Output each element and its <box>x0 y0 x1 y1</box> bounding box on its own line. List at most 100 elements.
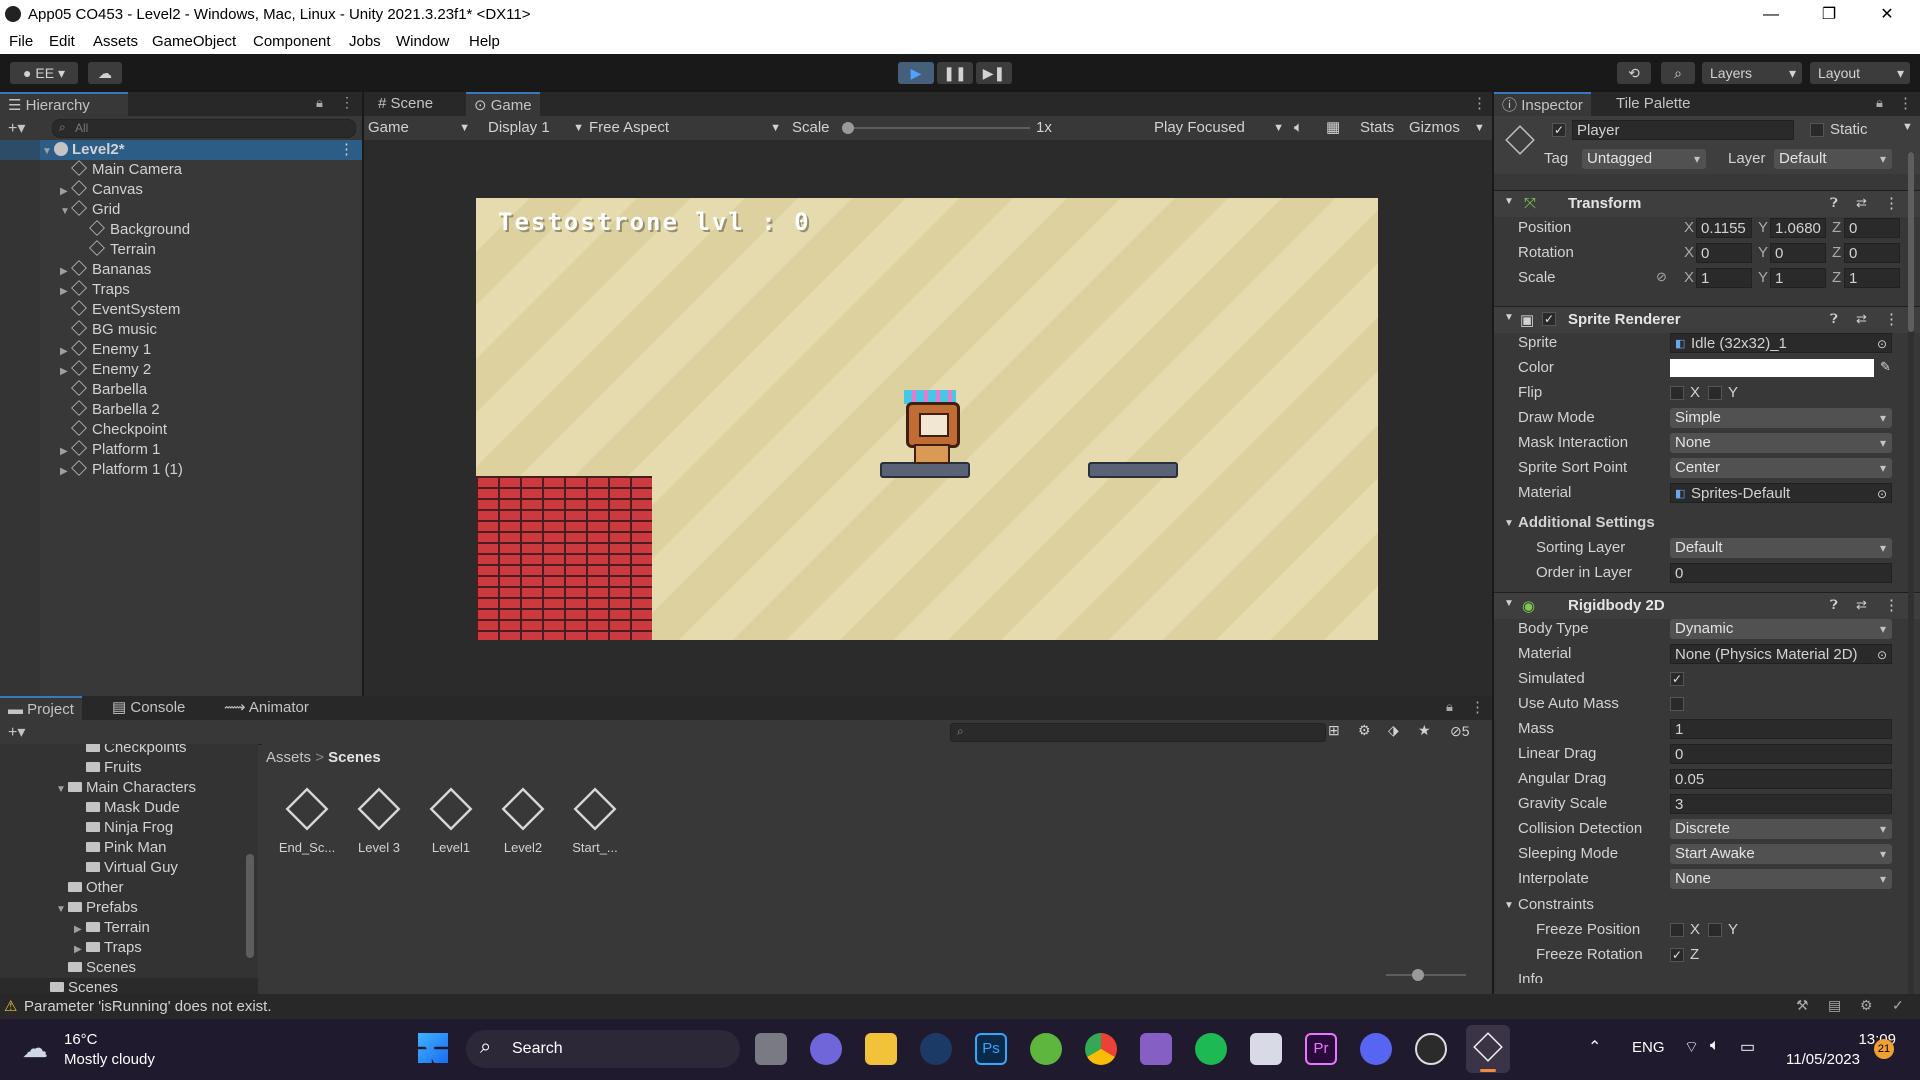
minimize-button[interactable]: — <box>1742 0 1800 29</box>
tab-hierarchy[interactable]: ☰ Hierarchy <box>0 92 128 116</box>
hierarchy-item[interactable]: ▶ Enemy 2 <box>60 360 151 380</box>
more-icon[interactable]: ⋮ <box>339 140 354 160</box>
chevron-up-icon[interactable]: ⌃ <box>1588 1037 1601 1057</box>
object-name-field[interactable]: Player <box>1572 120 1794 140</box>
more-icon[interactable]: ⋮ <box>1884 596 1899 614</box>
scene-root[interactable]: ▼ Level2* ⋮ <box>0 140 362 160</box>
play-focused-dropdown[interactable]: Play Focused ▼ <box>1154 118 1284 138</box>
preset-icon[interactable]: ⇄ <box>1856 597 1867 613</box>
network-icon[interactable]: ⚒ <box>1796 997 1809 1014</box>
asset-item[interactable]: Level1 <box>418 782 484 872</box>
language-indicator[interactable]: ENG <box>1632 1039 1665 1056</box>
help-icon[interactable]: ❓︎ <box>1830 597 1838 613</box>
hidden-packages-button[interactable]: ⊘5 <box>1450 723 1470 740</box>
chevron-right-icon[interactable]: ▶ <box>60 442 72 462</box>
discord-icon[interactable] <box>1360 1033 1392 1065</box>
chevron-right-icon[interactable]: ▶ <box>74 920 86 940</box>
star-icon[interactable]: ★ <box>1418 722 1431 739</box>
breadcrumb-assets[interactable]: Assets <box>266 749 311 766</box>
project-tree-item[interactable]: Checkpoints <box>74 744 187 758</box>
menu-assets[interactable]: Assets <box>93 33 138 50</box>
flip-y-checkbox[interactable] <box>1708 386 1722 400</box>
rigidbody-checkbox[interactable] <box>1670 697 1684 711</box>
hierarchy-item[interactable]: Barbella 2 <box>60 400 160 420</box>
project-tree-item[interactable]: Fruits <box>74 758 142 778</box>
additional-settings-foldout[interactable]: Additional Settings <box>1518 512 1655 534</box>
transform-header[interactable]: ▼ ⤧ Transform ❓︎ ⇄ ⋮ <box>1494 190 1920 217</box>
chevron-right-icon[interactable]: ▶ <box>60 342 72 362</box>
chevron-down-icon[interactable]: ▼ <box>1902 121 1913 133</box>
menu-window[interactable]: Window <box>396 33 449 50</box>
label-icon[interactable]: ⬗ <box>1388 722 1399 739</box>
project-tree-item[interactable]: ▶ Terrain <box>74 918 150 938</box>
hierarchy-item[interactable]: ▼ Grid <box>60 200 120 220</box>
sprite-renderer-dropdown[interactable]: None <box>1670 433 1892 453</box>
chevron-right-icon[interactable]: ▶ <box>60 182 72 202</box>
project-tree-item[interactable]: Mask Dude <box>74 798 180 818</box>
asset-item[interactable]: Level2 <box>490 782 556 872</box>
status-message[interactable]: Parameter 'isRunning' does not exist. <box>24 998 272 1015</box>
file-explorer-icon[interactable] <box>865 1033 897 1065</box>
help-icon[interactable]: ❓︎ <box>1830 195 1838 211</box>
gizmos-button[interactable]: Gizmos <box>1409 118 1460 138</box>
project-search-input[interactable]: ⌕ <box>950 723 1326 742</box>
tab-scene[interactable]: # Scene <box>370 92 441 116</box>
rigidbody-object-field[interactable]: None (Physics Material 2D) ⊙ <box>1670 644 1892 664</box>
sprite-renderer-header[interactable]: ▼ ▣ ✓ Sprite Renderer ❓︎ ⇄ ⋮ <box>1494 306 1920 333</box>
menu-file[interactable]: File <box>9 33 33 50</box>
menu-component[interactable]: Component <box>253 33 331 50</box>
menu-edit[interactable]: Edit <box>49 33 75 50</box>
hierarchy-search-input[interactable]: ⌕ All <box>52 119 356 138</box>
hierarchy-item[interactable]: EventSystem <box>60 300 180 320</box>
mute-audio-icon[interactable]: 🔈︎ <box>1294 118 1303 138</box>
asset-item[interactable]: Level 3 <box>346 782 412 872</box>
target-icon[interactable]: ⊙ <box>1877 334 1887 352</box>
hierarchy-item[interactable]: Terrain <box>78 240 156 260</box>
chevron-down-icon[interactable]: ▼ <box>56 900 68 920</box>
more-icon[interactable]: ⋮ <box>1884 310 1899 328</box>
chevron-down-icon[interactable]: ▼ <box>1504 518 1514 529</box>
tab-tile-palette[interactable]: Tile Palette <box>1608 92 1698 116</box>
restore-button[interactable]: ❐ <box>1800 0 1858 29</box>
snipping-tool-icon[interactable] <box>1250 1033 1282 1065</box>
chevron-down-icon[interactable]: ▼ <box>60 202 72 222</box>
layout-dropdown[interactable]: Layout ▾ <box>1810 62 1910 84</box>
clock-date[interactable]: 11/05/2023 <box>1782 1051 1860 1068</box>
unity-hub-icon[interactable] <box>1415 1033 1447 1065</box>
project-tree-item[interactable]: ▼ Prefabs <box>56 898 138 918</box>
unity-editor-taskbar-item[interactable] <box>1466 1025 1510 1073</box>
more-icon[interactable]: ⋮ <box>1898 94 1913 112</box>
hierarchy-item[interactable]: Background <box>78 220 190 240</box>
chevron-right-icon[interactable]: ▶ <box>60 462 72 482</box>
game-render[interactable]: Testostrone lvl : 0 <box>476 198 1378 640</box>
rigidbody-dropdown[interactable]: Start Awake <box>1670 844 1892 864</box>
rigidbody-checkbox[interactable]: ✓ <box>1670 672 1684 686</box>
spotify-icon[interactable] <box>1195 1033 1227 1065</box>
more-icon[interactable]: ⋮ <box>1884 194 1899 212</box>
play-button[interactable]: ▶ <box>898 62 934 84</box>
undo-history-button[interactable]: ⟲ <box>1617 62 1651 84</box>
hierarchy-item[interactable]: Barbella <box>60 380 147 400</box>
tab-game[interactable]: ⊙ Game <box>466 92 540 116</box>
chevron-down-icon[interactable]: ▼ <box>1504 900 1514 911</box>
flip-x-checkbox[interactable] <box>1670 386 1684 400</box>
project-tree-item[interactable]: Scenes <box>0 978 258 994</box>
chevron-down-icon[interactable]: ▼ <box>56 780 68 800</box>
tag-dropdown[interactable]: Untagged <box>1582 149 1706 169</box>
cloud-button[interactable]: ☁ <box>88 62 122 84</box>
project-tree-item[interactable]: Scenes <box>56 958 136 978</box>
rigidbody-field[interactable]: 3 <box>1670 794 1892 814</box>
preset-icon[interactable]: ⇄ <box>1856 195 1867 211</box>
rotation-z-field[interactable]: 0 <box>1844 243 1900 263</box>
inspector-scrollbar[interactable] <box>1908 152 1914 1012</box>
target-icon[interactable]: ⊙ <box>1877 645 1887 663</box>
sprite-renderer-object-field[interactable]: ◧ Idle (32x32)_1 ⊙ <box>1670 333 1892 353</box>
inspector-scrollbar-thumb[interactable] <box>1908 152 1914 332</box>
sprite-renderer-dropdown[interactable]: Center <box>1670 458 1892 478</box>
icon-size-slider[interactable] <box>1386 969 1466 981</box>
utorrent-icon[interactable] <box>1030 1033 1062 1065</box>
rigidbody-header[interactable]: ▼ ◉ Rigidbody 2D ❓︎ ⇄ ⋮ <box>1494 592 1920 619</box>
weather-temp[interactable]: 16°C <box>64 1031 98 1048</box>
order-in-layer-field[interactable]: 0 <box>1670 563 1892 583</box>
tree-scrollbar-thumb[interactable] <box>246 854 254 958</box>
